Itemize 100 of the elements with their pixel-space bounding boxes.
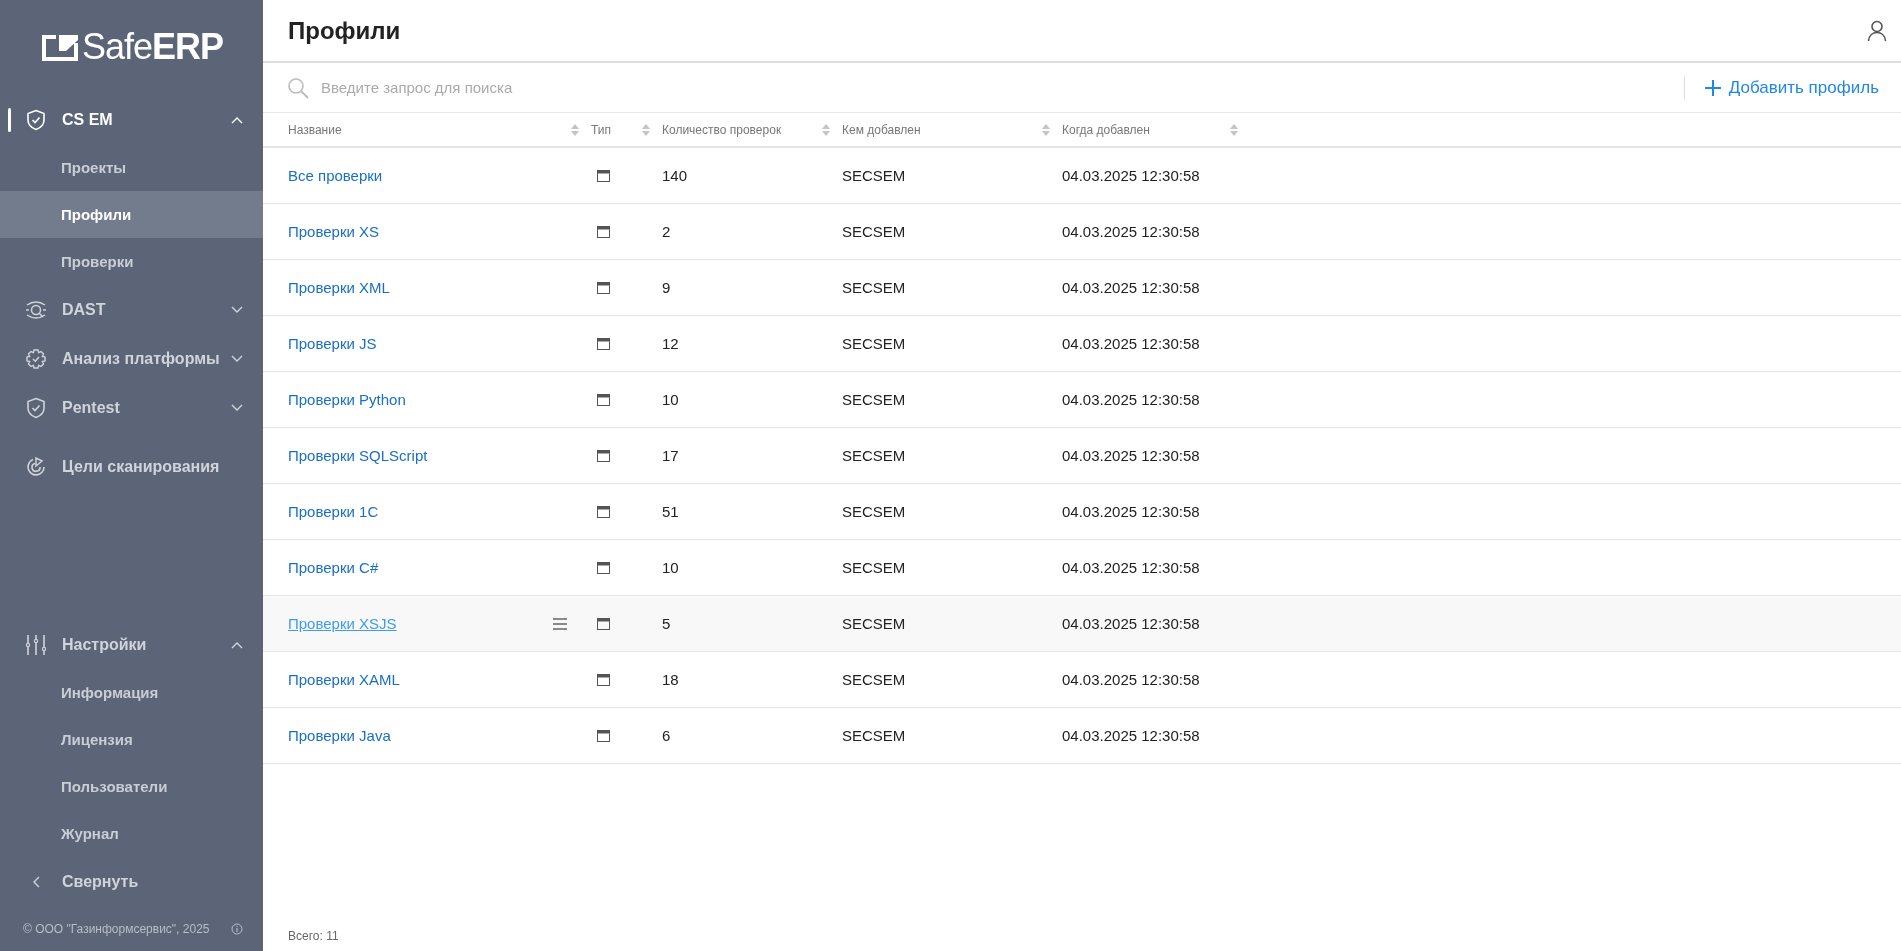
- table-row[interactable]: Проверки 1C 51 SECSEM 04.03.2025 12:30:58: [263, 484, 1901, 540]
- table-cell-text: 04.03.2025 12:30:58: [1062, 167, 1201, 184]
- search-field[interactable]: Введите запрос для поиска: [319, 78, 1684, 97]
- gear-check-icon: [25, 347, 47, 370]
- shield-check-icon: [25, 108, 47, 131]
- table-row[interactable]: Проверки Python 10 SECSEM 04.03.2025 12:30:58: [263, 372, 1901, 428]
- target-icon: [25, 455, 47, 478]
- scan-icon: [25, 298, 47, 321]
- logo-mark-icon: [42, 33, 78, 61]
- window-icon: [597, 337, 610, 350]
- table-row[interactable]: Проверки Java 6 SECSEM 04.03.2025 12:30:58: [263, 708, 1901, 764]
- table-row[interactable]: Проверки XS 2 SECSEM 04.03.2025 12:30:58: [263, 204, 1901, 260]
- column-header[interactable]: Название: [288, 122, 591, 137]
- nav-subitem[interactable]: Журнал: [0, 810, 263, 857]
- sort-icon: [1230, 123, 1238, 136]
- table-cell-text: 10: [662, 559, 680, 576]
- table-cell-text: 17: [662, 447, 680, 464]
- shield-check-icon: [25, 396, 47, 419]
- table-cell-text: 04.03.2025 12:30:58: [1062, 503, 1201, 520]
- window-icon: [597, 561, 610, 574]
- profile-link[interactable]: Проверки 1C: [288, 503, 379, 520]
- nav-item[interactable]: Pentest: [0, 383, 263, 432]
- sort-icon: [1042, 123, 1050, 136]
- nav-item[interactable]: Цели сканирования: [0, 442, 263, 491]
- table-cell-text: 6: [662, 727, 672, 744]
- table-cell-text: SECSEM: [842, 167, 907, 184]
- column-header[interactable]: Количество проверок: [662, 122, 842, 137]
- add-profile-button[interactable]: Добавить профиль: [1704, 77, 1879, 98]
- profile-link[interactable]: Проверки Java: [288, 727, 391, 744]
- nav-subitem[interactable]: Проекты: [0, 144, 263, 191]
- nav-subitem[interactable]: Проверки: [0, 238, 263, 285]
- user-icon[interactable]: [1867, 19, 1887, 42]
- total-count: Всего: 11: [287, 929, 340, 945]
- table-row[interactable]: Все проверки 140 SECSEM 04.03.2025 12:30:58: [263, 148, 1901, 204]
- table-cell-text: 9: [662, 279, 672, 296]
- nav-subitem[interactable]: Пользователи: [0, 763, 263, 810]
- profile-link[interactable]: Проверки JS: [288, 335, 377, 352]
- table-cell-text: SECSEM: [842, 335, 907, 352]
- table-row[interactable]: Проверки XSJS 5 SECSEM 04.03.2025 12:30:58: [263, 596, 1901, 652]
- table-row[interactable]: Проверки SQLScript 17 SECSEM 04.03.2025 12:30:58: [263, 428, 1901, 484]
- table-row[interactable]: Проверки JS 12 SECSEM 04.03.2025 12:30:58: [263, 316, 1901, 372]
- plus-icon: [1704, 79, 1721, 96]
- table-cell-text: 04.03.2025 12:30:58: [1062, 559, 1201, 576]
- chevron-left-icon: [32, 875, 40, 888]
- table-cell-text: SECSEM: [842, 503, 907, 520]
- table-cell-text: SECSEM: [842, 279, 907, 296]
- nav-item[interactable]: Настройки: [0, 620, 263, 669]
- profile-link[interactable]: Проверки Python: [288, 391, 406, 408]
- logo-text: SafeERP: [82, 27, 224, 67]
- column-header[interactable]: Когда добавлен: [1062, 122, 1250, 137]
- column-header[interactable]: Кем добавлен: [842, 122, 1062, 137]
- page-title: Профили: [288, 16, 401, 45]
- table-cell-text: SECSEM: [842, 671, 907, 688]
- window-icon: [597, 505, 610, 518]
- table-cell-text: 04.03.2025 12:30:58: [1062, 279, 1201, 296]
- window-icon: [597, 617, 610, 630]
- table-row[interactable]: Проверки XML 9 SECSEM 04.03.2025 12:30:58: [263, 260, 1901, 316]
- window-icon: [597, 729, 610, 742]
- table-cell-text: SECSEM: [842, 447, 907, 464]
- collapse-button[interactable]: Свернуть: [0, 857, 263, 906]
- table-cell-text: 10: [662, 391, 680, 408]
- table-cell-text: 12: [662, 335, 680, 352]
- nav-subitem[interactable]: Профили: [0, 191, 263, 238]
- table-cell-text: 51: [662, 503, 680, 520]
- profile-link[interactable]: Проверки C#: [288, 559, 379, 576]
- profile-link[interactable]: Проверки XS: [288, 223, 380, 240]
- table-cell-text: 04.03.2025 12:30:58: [1062, 391, 1201, 408]
- table-cell-text: 5: [662, 615, 672, 632]
- profile-link[interactable]: Проверки XML: [288, 279, 390, 296]
- window-icon: [597, 281, 610, 294]
- search-icon: [287, 76, 309, 99]
- nav-item[interactable]: DAST: [0, 285, 263, 334]
- table-cell-text: 18: [662, 671, 680, 688]
- sort-icon: [822, 123, 830, 136]
- column-header[interactable]: Тип: [591, 122, 662, 137]
- table-cell-text: SECSEM: [842, 391, 907, 408]
- window-icon: [597, 225, 610, 238]
- table-row[interactable]: Проверки XAML 18 SECSEM 04.03.2025 12:30:58: [263, 652, 1901, 708]
- profile-link[interactable]: Все проверки: [288, 167, 383, 184]
- table-cell-text: 2: [662, 223, 672, 240]
- nav-subitem[interactable]: Информация: [0, 669, 263, 716]
- table-cell-text: SECSEM: [842, 615, 907, 632]
- info-icon[interactable]: [231, 922, 243, 935]
- table-cell-text: SECSEM: [842, 559, 907, 576]
- nav-subitem[interactable]: Лицензия: [0, 716, 263, 763]
- window-icon: [597, 393, 610, 406]
- window-icon: [597, 169, 610, 182]
- profile-link[interactable]: Проверки XSJS: [288, 615, 397, 632]
- menu-icon[interactable]: [553, 617, 567, 630]
- table-cell-text: 04.03.2025 12:30:58: [1062, 335, 1201, 352]
- table-cell-text: 04.03.2025 12:30:58: [1062, 447, 1201, 464]
- sort-icon: [571, 123, 579, 136]
- profile-link[interactable]: Проверки XAML: [288, 671, 400, 688]
- sliders-icon: [25, 633, 47, 656]
- table-cell-text: 04.03.2025 12:30:58: [1062, 223, 1201, 240]
- nav-item[interactable]: CS EM: [0, 95, 263, 144]
- table-cell-text: 04.03.2025 12:30:58: [1062, 615, 1201, 632]
- table-cell-text: SECSEM: [842, 727, 907, 744]
- nav-item[interactable]: Анализ платформы: [0, 334, 263, 383]
- profile-link[interactable]: Проверки SQLScript: [288, 447, 428, 464]
